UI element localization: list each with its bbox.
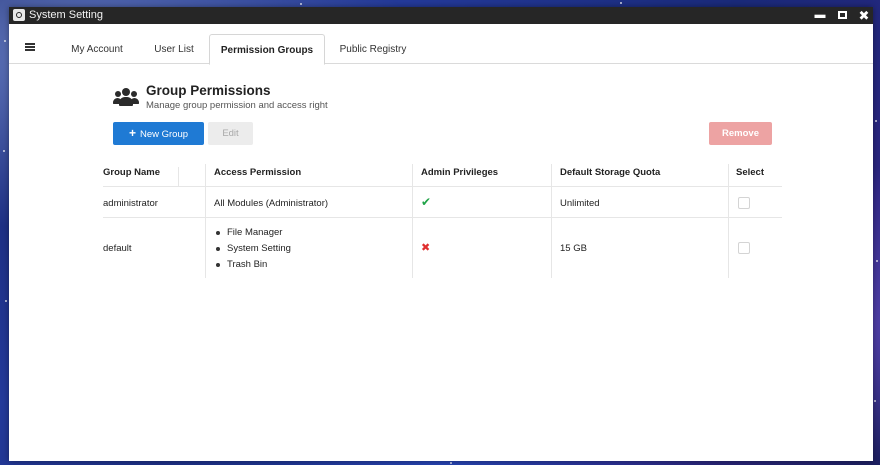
close-button[interactable]: ✖ [853, 7, 875, 24]
section-title: Group Permissions [146, 83, 271, 98]
new-group-label: New Group [139, 129, 189, 140]
new-group-button[interactable]: + New Group [113, 122, 204, 145]
edit-button[interactable]: Edit [208, 122, 253, 145]
cell-admin-privileges: ✖ [421, 241, 430, 254]
column-divider [412, 186, 413, 278]
tab-public-registry[interactable]: Public Registry [329, 34, 417, 65]
window-title: System Setting [29, 9, 103, 21]
system-setting-window: System Setting ▬ ✖ My Account User List … [9, 7, 873, 461]
hamburger-icon[interactable] [25, 43, 35, 51]
minimize-button[interactable]: ▬ [809, 7, 831, 24]
cross-icon: ✖ [421, 242, 431, 254]
list-item: File Manager [214, 225, 291, 241]
remove-button[interactable]: Remove [709, 122, 772, 145]
header-divider [178, 167, 179, 186]
cell-access-permission: File Manager System Setting Trash Bin [214, 225, 291, 273]
header-divider [205, 164, 206, 186]
list-item: Trash Bin [214, 257, 291, 273]
tab-my-account[interactable]: My Account [57, 34, 137, 65]
header-default-storage-quota: Default Storage Quota [560, 167, 661, 178]
tab-user-list[interactable]: User List [141, 34, 207, 65]
gear-icon [13, 9, 25, 21]
maximize-button[interactable] [831, 7, 853, 24]
column-divider [551, 186, 552, 278]
tab-permission-groups[interactable]: Permission Groups [209, 34, 325, 65]
header-select: Select [736, 167, 764, 178]
cell-group-name: administrator [103, 198, 158, 209]
select-checkbox[interactable] [738, 197, 750, 209]
cell-group-name: default [103, 243, 132, 254]
header-admin-privileges: Admin Privileges [421, 167, 499, 178]
column-divider [205, 186, 206, 278]
plus-icon: + [128, 126, 136, 140]
column-divider [728, 186, 729, 278]
users-group-icon [113, 88, 139, 106]
tab-bar: My Account User List Permission Groups P… [9, 24, 873, 65]
check-icon: ✔ [421, 195, 432, 209]
header-group-name: Group Name [103, 167, 161, 178]
section-subtitle: Manage group permission and access right [146, 100, 328, 111]
header-divider [412, 164, 413, 186]
cell-admin-privileges: ✔ [421, 195, 431, 209]
header-access-permission: Access Permission [214, 167, 302, 178]
window-titlebar[interactable]: System Setting ▬ ✖ [9, 7, 873, 24]
cell-storage-quota: 15 GB [560, 243, 587, 254]
cell-access-permission: All Modules (Administrator) [214, 198, 329, 209]
header-divider [728, 164, 729, 186]
select-checkbox[interactable] [738, 242, 750, 254]
cell-storage-quota: Unlimited [560, 198, 600, 209]
list-item: System Setting [214, 241, 291, 257]
maximize-icon [837, 11, 847, 20]
header-divider [551, 164, 552, 186]
